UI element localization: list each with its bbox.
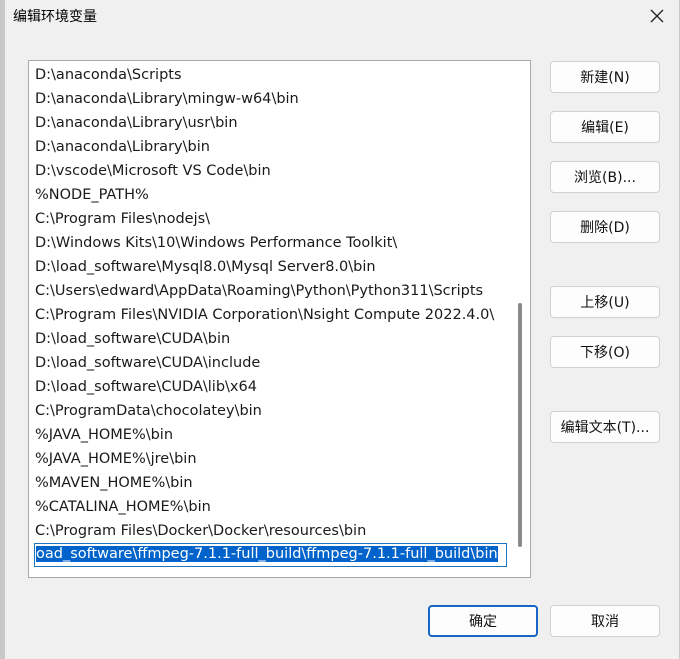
move-up-button[interactable]: 上移(U) [550,286,660,318]
edit-environment-variable-dialog: 编辑环境变量 D:\anaconda\Scripts D:\anaconda\L… [0,0,680,659]
close-button[interactable] [643,3,671,29]
edit-text-button[interactable]: 编辑文本(T)... [550,411,660,443]
new-button[interactable]: 新建(N) [550,61,660,93]
list-item[interactable]: D:\anaconda\Scripts [29,63,509,87]
list-item[interactable]: D:\load_software\CUDA\bin [29,327,509,351]
list-item[interactable]: C:\Program Files\Docker\Docker\resources… [29,519,509,543]
list-item[interactable]: D:\anaconda\Library\usr\bin [29,111,509,135]
browse-button[interactable]: 浏览(B)... [550,161,660,193]
move-down-button[interactable]: 下移(O) [550,336,660,368]
window-title: 编辑环境变量 [13,9,97,25]
list-item[interactable]: D:\anaconda\Library\bin [29,135,509,159]
path-list[interactable]: D:\anaconda\Scripts D:\anaconda\Library\… [28,60,531,578]
ok-button[interactable]: 确定 [428,605,538,637]
cancel-button[interactable]: 取消 [550,605,660,637]
list-item[interactable]: %JAVA_HOME%\bin [29,423,509,447]
scrollbar-thumb[interactable] [518,303,522,547]
vertical-scrollbar[interactable] [514,63,524,575]
selected-text[interactable]: oad_software\ffmpeg-7.1.1-full_build\ffm… [36,546,498,562]
title-bar[interactable]: 编辑环境变量 [1,0,680,32]
list-item[interactable]: %NODE_PATH% [29,183,509,207]
list-item[interactable]: %MAVEN_HOME%\bin [29,471,509,495]
list-item[interactable]: C:\ProgramData\chocolatey\bin [29,399,509,423]
list-item[interactable]: %CATALINA_HOME%\bin [29,495,509,519]
list-item[interactable]: D:\load_software\CUDA\lib\x64 [29,375,509,399]
delete-button[interactable]: 删除(D) [550,211,660,243]
path-edit-field[interactable]: oad_software\ffmpeg-7.1.1-full_build\ffm… [34,543,507,567]
edit-button[interactable]: 编辑(E) [550,111,660,143]
close-icon [650,9,664,23]
list-item[interactable]: D:\vscode\Microsoft VS Code\bin [29,159,509,183]
list-item[interactable]: %JAVA_HOME%\jre\bin [29,447,509,471]
path-list-items: D:\anaconda\Scripts D:\anaconda\Library\… [29,63,509,567]
window-edge [1,0,5,659]
list-item[interactable]: D:\Windows Kits\10\Windows Performance T… [29,231,509,255]
list-item[interactable]: C:\Program Files\NVIDIA Corporation\Nsig… [29,303,509,327]
list-item[interactable]: D:\anaconda\Library\mingw-w64\bin [29,87,509,111]
list-item[interactable]: C:\Program Files\nodejs\ [29,207,509,231]
list-item[interactable]: D:\load_software\Mysql8.0\Mysql Server8.… [29,255,509,279]
list-item[interactable]: C:\Users\edward\AppData\Roaming\Python\P… [29,279,509,303]
list-item[interactable]: D:\load_software\CUDA\include [29,351,509,375]
